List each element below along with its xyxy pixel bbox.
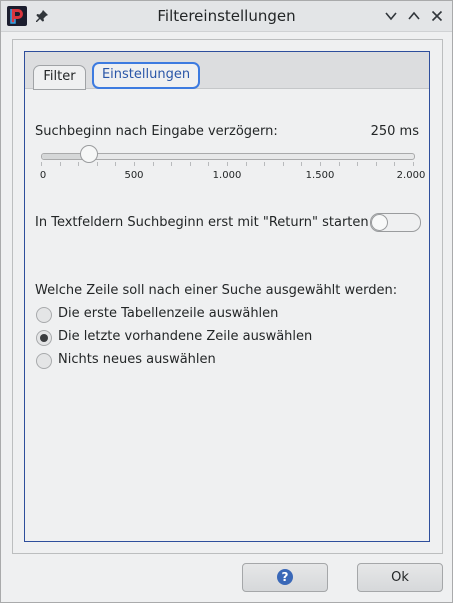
delay-value: 250 ms: [370, 124, 419, 139]
radio-first-row-label[interactable]: Die erste Tabellenzeile auswählen: [58, 306, 278, 321]
slider-tick: [208, 162, 209, 166]
slider-tick-label: 1.500: [305, 170, 335, 181]
slider-tick-label: 0: [39, 170, 47, 181]
slider-tick: [394, 162, 395, 166]
radio-last-row-label[interactable]: Die letzte vorhandene Zeile auswählen: [58, 329, 312, 344]
slider-tick: [264, 162, 265, 166]
slider-tick-label: 500: [124, 170, 144, 181]
radio-nothing-new-label[interactable]: Nichts neues auswählen: [58, 352, 216, 367]
title-bar: Filtereinstellungen: [1, 1, 452, 32]
slider-tick: [376, 162, 377, 166]
slider-tick-label: 1.000: [212, 170, 242, 181]
ok-button[interactable]: Ok: [357, 563, 443, 592]
radio-last-row[interactable]: [36, 330, 52, 346]
close-icon[interactable]: [429, 8, 445, 24]
radio-nothing-new[interactable]: [36, 353, 52, 369]
help-button[interactable]: ?: [242, 563, 328, 592]
slider-tick: [60, 162, 61, 166]
tab-bar: Filter Einstellungen: [25, 52, 429, 90]
radio-selected-dot: [40, 334, 48, 342]
toggle-knob: [371, 214, 388, 231]
radio-first-row[interactable]: [36, 307, 52, 323]
slider-tick: [171, 162, 172, 166]
tab-einstellungen[interactable]: Einstellungen: [92, 62, 200, 89]
slider-tick: [41, 162, 42, 166]
slider-tick: [134, 162, 135, 166]
delay-slider-handle[interactable]: [79, 145, 98, 163]
selection-label: Welche Zeile soll nach einer Suche ausge…: [35, 283, 398, 298]
chevron-up-icon[interactable]: [406, 8, 422, 24]
slider-tick: [97, 162, 98, 166]
slider-tick: [357, 162, 358, 166]
slider-tick: [227, 162, 228, 166]
tab-panel: Filter Einstellungen Suchbeginn nach Ein…: [24, 51, 430, 542]
tab-filter[interactable]: Filter: [33, 65, 86, 90]
slider-tick: [246, 162, 247, 166]
delay-label: Suchbeginn nach Eingabe verzögern:: [35, 124, 278, 139]
return-toggle-label: In Textfeldern Suchbeginn erst mit "Retu…: [35, 215, 369, 230]
content-frame: Filter Einstellungen Suchbeginn nach Ein…: [12, 39, 443, 554]
slider-tick: [190, 162, 191, 166]
slider-tick: [301, 162, 302, 166]
slider-tick: [283, 162, 284, 166]
help-icon: ?: [277, 569, 293, 585]
slider-tick-label: 2.000: [396, 170, 426, 181]
slider-tick: [153, 162, 154, 166]
chevron-down-icon[interactable]: [383, 8, 399, 24]
return-toggle-switch[interactable]: [370, 213, 421, 232]
slider-tick: [320, 162, 321, 166]
slider-tick: [413, 162, 414, 166]
dialog-window: Filtereinstellungen Filter Einstellungen…: [0, 0, 453, 603]
slider-tick: [115, 162, 116, 166]
slider-tick: [339, 162, 340, 166]
slider-tick: [78, 162, 79, 166]
